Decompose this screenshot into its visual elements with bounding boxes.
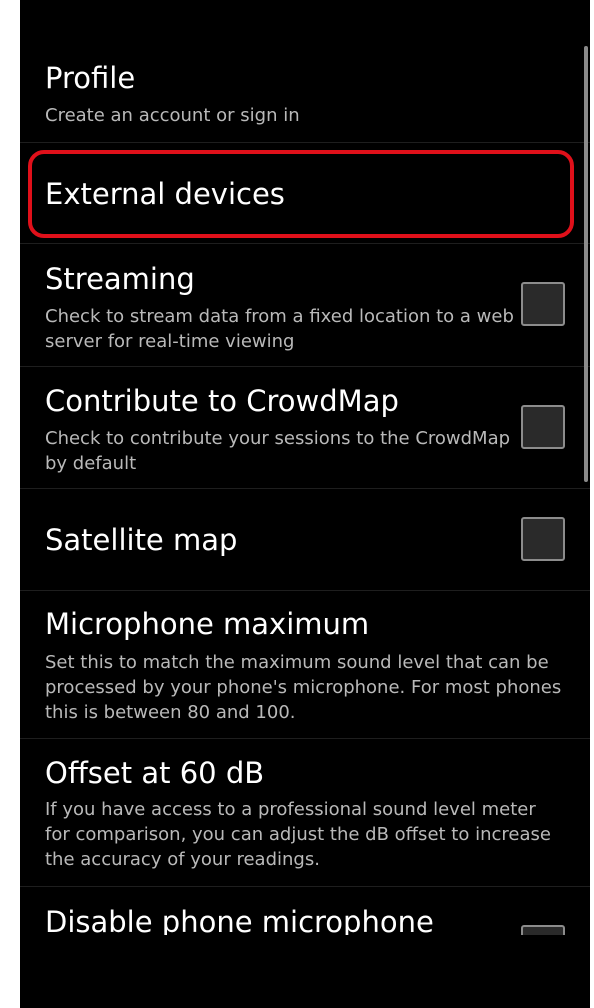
pref-offset[interactable]: Offset at 60 dB If you have access to a … [20,739,590,886]
pref-microphone-maximum[interactable]: Microphone maximum Set this to match the… [20,591,590,738]
pref-offset-summary: If you have access to a professional sou… [45,799,551,870]
pref-satellite-map-title: Satellite map [45,523,238,557]
pref-profile-summary: Create an account or sign in [45,105,300,126]
settings-screen: Profile Create an account or sign in Ext… [20,0,590,1008]
pref-crowdmap-title: Contribute to CrowdMap [45,384,399,418]
highlight-box [28,150,574,238]
pref-microphone-maximum-summary: Set this to match the maximum sound leve… [45,652,562,723]
satellite-map-checkbox[interactable] [521,517,565,561]
scrollbar[interactable] [584,46,588,482]
pref-crowdmap[interactable]: Contribute to CrowdMap Check to contribu… [20,367,590,488]
streaming-checkbox[interactable] [521,282,565,326]
pref-streaming[interactable]: Streaming Check to stream data from a fi… [20,244,590,366]
crowdmap-checkbox[interactable] [521,405,565,449]
pref-offset-title: Offset at 60 dB [45,756,265,790]
pref-streaming-title: Streaming [45,262,195,296]
pref-profile[interactable]: Profile Create an account or sign in [20,0,590,142]
pref-crowdmap-summary: Check to contribute your sessions to the… [45,428,511,474]
list-bottom-mask [20,935,590,1008]
pref-microphone-maximum-title: Microphone maximum [45,607,370,641]
pref-streaming-summary: Check to stream data from a fixed locati… [45,306,514,352]
pref-profile-title: Profile [45,61,136,95]
pref-satellite-map[interactable]: Satellite map [20,489,590,590]
